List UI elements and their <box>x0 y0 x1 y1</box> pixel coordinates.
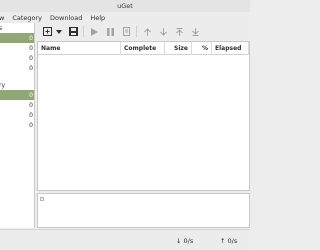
window-title: uGet <box>117 2 133 10</box>
download-arrow-icon: ↓ <box>176 237 182 245</box>
menu-category[interactable]: Category <box>8 14 46 22</box>
move-down-icon[interactable] <box>157 26 169 38</box>
toolbar-separator <box>83 26 84 37</box>
column-header-percent[interactable]: % <box>192 42 212 55</box>
column-header-size[interactable]: Size <box>165 42 192 55</box>
column-header-name[interactable]: Name <box>38 42 121 55</box>
pause-icon[interactable] <box>104 26 116 38</box>
status-row-active[interactable]: 0 <box>0 43 34 53</box>
properties-icon[interactable] <box>120 26 132 38</box>
details-toggle[interactable] <box>40 197 44 201</box>
status-row-count: 0 <box>29 44 33 52</box>
status-row-all[interactable]: 0 <box>0 33 34 43</box>
upload-speed-value: 0/s <box>227 237 238 245</box>
category-row-home[interactable]: 0 <box>0 90 34 100</box>
menu-download[interactable]: Download <box>46 14 86 22</box>
upload-arrow-icon: ↑ <box>220 237 226 245</box>
category-row[interactable]: 0 <box>0 100 34 110</box>
status-header: s <box>0 23 34 33</box>
column-header-elapsed[interactable]: Elapsed <box>212 42 249 55</box>
menu-view[interactable]: w <box>0 14 8 22</box>
category-row[interactable]: 0 <box>0 110 34 120</box>
toolbar <box>37 23 250 40</box>
category-row-count: 0 <box>29 111 33 119</box>
category-row-count: 0 <box>29 91 33 99</box>
move-bottom-icon[interactable] <box>189 26 201 38</box>
menu-help[interactable]: Help <box>86 14 109 22</box>
move-top-icon[interactable] <box>173 26 185 38</box>
category-header-label: ry <box>0 81 6 89</box>
menu-bar: w Category Download Help <box>0 12 250 23</box>
status-row-count: 0 <box>29 34 33 42</box>
category-header: ry <box>0 80 34 90</box>
download-list[interactable]: Name Complete Size % Elapsed <box>37 41 250 191</box>
status-bar: ↓ 0/s ↑ 0/s <box>0 229 250 250</box>
sidebar: s 0 0 0 0 ry 0 0 0 0 <box>0 23 35 228</box>
dropdown-arrow-icon[interactable] <box>55 26 63 38</box>
new-download-icon[interactable] <box>41 26 53 38</box>
title-bar: uGet <box>0 0 250 12</box>
status-row-finished[interactable]: 0 <box>0 63 34 73</box>
status-row-count: 0 <box>29 54 33 62</box>
download-speed: ↓ 0/s <box>176 237 193 245</box>
save-icon[interactable] <box>67 26 79 38</box>
category-row-count: 0 <box>29 101 33 109</box>
upload-speed: ↑ 0/s <box>220 237 237 245</box>
column-header-complete[interactable]: Complete <box>121 42 165 55</box>
table-header: Name Complete Size % Elapsed <box>38 42 249 55</box>
category-row[interactable]: 0 <box>0 120 34 130</box>
status-header-label: s <box>0 25 2 32</box>
move-up-icon[interactable] <box>141 26 153 38</box>
start-icon[interactable] <box>88 26 100 38</box>
category-row-count: 0 <box>29 121 33 129</box>
status-row-queuing[interactable]: 0 <box>0 53 34 63</box>
status-row-count: 0 <box>29 64 33 72</box>
details-pane <box>37 193 250 228</box>
download-speed-value: 0/s <box>183 237 194 245</box>
toolbar-separator <box>136 26 137 37</box>
